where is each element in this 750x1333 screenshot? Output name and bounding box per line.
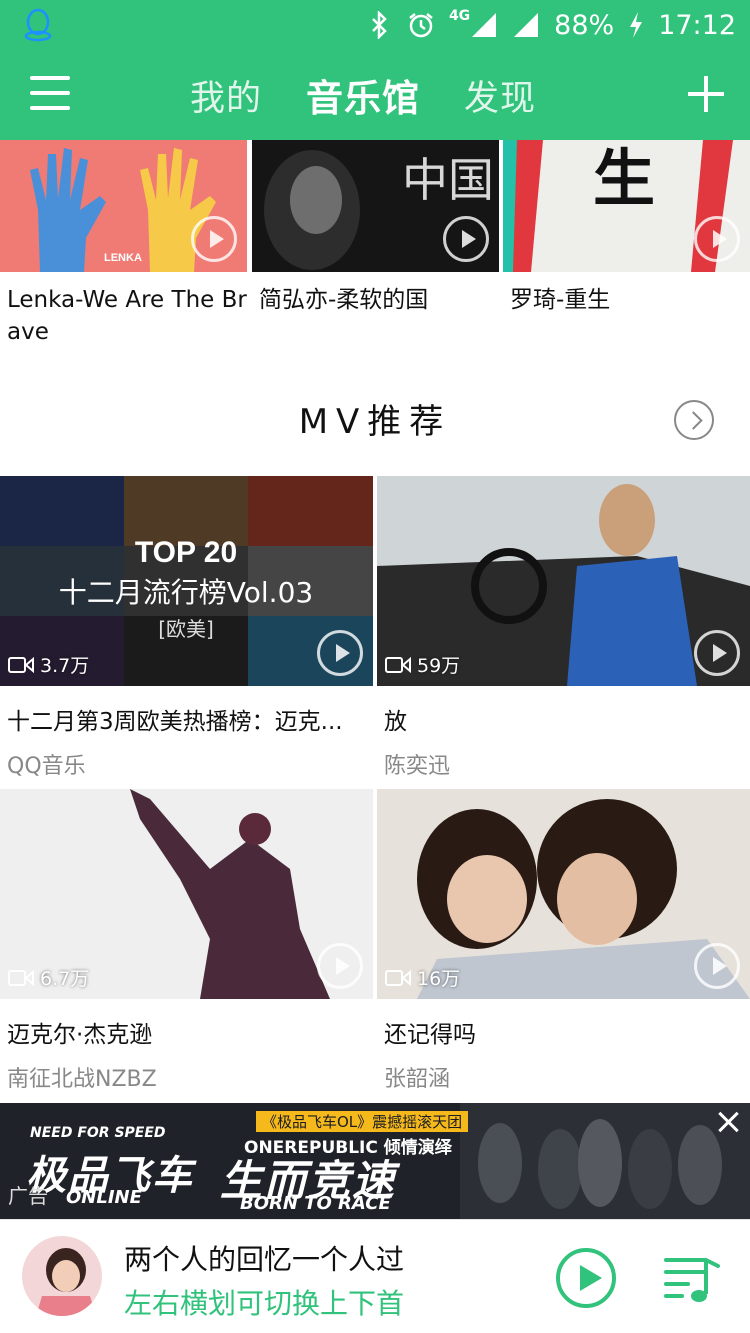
- qq-icon: [24, 8, 52, 42]
- bluetooth-icon: [372, 11, 387, 39]
- mv-thumbnail[interactable]: 6.7万: [0, 789, 373, 999]
- battery-level: 88%: [554, 9, 615, 41]
- play-icon[interactable]: [694, 216, 740, 262]
- mv-artist[interactable]: QQ音乐: [0, 748, 373, 780]
- view-count-text: 16万: [417, 968, 461, 990]
- mv-card[interactable]: 16万 还记得吗 张韶涵: [377, 789, 750, 1093]
- swipe-hint: 左右横划可切换上下首: [124, 1287, 405, 1320]
- tab-music-hall[interactable]: 音乐馆: [306, 68, 420, 122]
- status-bar: 4G 88% 17:12: [0, 0, 750, 50]
- play-icon[interactable]: [317, 943, 363, 989]
- avatar[interactable]: [22, 1236, 102, 1316]
- album-art-icon: [22, 1236, 102, 1316]
- mv-title[interactable]: 还记得吗: [377, 1015, 737, 1049]
- mv-thumbnail[interactable]: TOP 20 十二月流行榜Vol.03 [欧美] 3.7万: [0, 476, 373, 686]
- play-icon[interactable]: [694, 943, 740, 989]
- mv-card[interactable]: 59万 放 陈奕迅: [377, 476, 750, 780]
- album-cover[interactable]: LENKA: [0, 140, 247, 272]
- view-count-text: 3.7万: [40, 655, 90, 677]
- ad-banner[interactable]: NEED FOR SPEED 极品飞车 ONLINE 《极品飞车OL》震撼摇滚天…: [0, 1103, 750, 1219]
- charging-icon: [630, 12, 643, 38]
- svg-text:[欧美]: [欧美]: [158, 617, 214, 641]
- mv-card[interactable]: 6.7万 迈克尔·杰克逊 南征北战NZBZ: [0, 789, 373, 1093]
- ad-brand-top: NEED FOR SPEED: [30, 1125, 166, 1141]
- ad-tour: BORN TO RACE: [240, 1193, 391, 1214]
- network-type: 4G: [448, 8, 471, 24]
- video-icon: [385, 969, 411, 986]
- mv-card[interactable]: TOP 20 十二月流行榜Vol.03 [欧美] 3.7万 十二月第3周欧美热播…: [0, 476, 373, 780]
- album-card[interactable]: LENKA Lenka-We Are The Brave: [0, 140, 247, 348]
- mv-artist[interactable]: 张韶涵: [377, 1061, 750, 1093]
- mv-artist[interactable]: 南征北战NZBZ: [0, 1061, 373, 1093]
- top-tabs: 我的 音乐馆 发现: [190, 50, 536, 140]
- play-icon[interactable]: [191, 216, 237, 262]
- view-count: 3.7万: [8, 651, 89, 678]
- video-icon: [385, 656, 411, 673]
- ad-brand-sub: ONLINE: [66, 1187, 142, 1208]
- album-cover[interactable]: 中国: [252, 140, 499, 272]
- playlist-icon[interactable]: [664, 1252, 720, 1306]
- play-button[interactable]: [556, 1248, 616, 1308]
- clock: 17:12: [658, 9, 736, 41]
- mv-thumbnail[interactable]: 59万: [377, 476, 750, 686]
- svg-text:十二月流行榜Vol.03: 十二月流行榜Vol.03: [59, 576, 313, 609]
- mv-thumbnail[interactable]: 16万: [377, 789, 750, 999]
- album-row: LENKA Lenka-We Are The Brave 中国 简弘亦-柔软的国…: [0, 140, 750, 370]
- play-icon[interactable]: [317, 630, 363, 676]
- mini-player[interactable]: 两个人的回忆一个人过 左右横划可切换上下首: [0, 1219, 750, 1333]
- album-cover[interactable]: 生: [503, 140, 750, 272]
- ad-tag: 《极品飞车OL》震撼摇滚天团: [256, 1111, 469, 1132]
- video-icon: [8, 969, 34, 986]
- svg-text:TOP 20: TOP 20: [135, 536, 237, 569]
- menu-button[interactable]: [30, 76, 72, 112]
- play-icon[interactable]: [694, 630, 740, 676]
- view-count-text: 6.7万: [40, 968, 90, 990]
- view-count-text: 59万: [417, 655, 461, 677]
- album-title[interactable]: Lenka-We Are The Brave: [0, 284, 247, 348]
- alarm-icon: [409, 13, 433, 38]
- album-title[interactable]: 简弘亦-柔软的国: [252, 284, 499, 316]
- mv-title[interactable]: 放: [377, 702, 737, 736]
- app-header: 我的 音乐馆 发现: [0, 50, 750, 140]
- current-song-title[interactable]: 两个人的回忆一个人过: [124, 1238, 404, 1278]
- svg-text:LENKA: LENKA: [104, 252, 142, 264]
- close-icon[interactable]: [714, 1107, 744, 1137]
- video-icon: [8, 656, 34, 673]
- album-card[interactable]: 生 罗琦-重生: [503, 140, 750, 316]
- play-icon[interactable]: [443, 216, 489, 262]
- tab-mine[interactable]: 我的: [190, 70, 262, 121]
- svg-text:中国: 中国: [402, 153, 494, 207]
- view-count: 16万: [385, 964, 460, 991]
- view-count: 6.7万: [8, 964, 89, 991]
- signal-icon: [472, 13, 497, 37]
- ad-label: 广告: [8, 1184, 48, 1208]
- tab-discover[interactable]: 发现: [464, 70, 536, 121]
- view-count: 59万: [385, 651, 460, 678]
- svg-text:生: 生: [593, 142, 655, 215]
- signal-icon-2: [514, 13, 539, 37]
- album-title[interactable]: 罗琦-重生: [503, 284, 750, 316]
- section-title: MV推荐: [298, 402, 452, 442]
- mv-artist[interactable]: 陈奕迅: [377, 748, 750, 780]
- mv-title[interactable]: 迈克尔·杰克逊: [0, 1015, 360, 1049]
- add-button[interactable]: [686, 74, 726, 114]
- chevron-right-icon[interactable]: [674, 400, 714, 440]
- album-card[interactable]: 中国 简弘亦-柔软的国: [252, 140, 499, 316]
- mv-title[interactable]: 十二月第3周欧美热播榜：迈克...: [0, 702, 360, 736]
